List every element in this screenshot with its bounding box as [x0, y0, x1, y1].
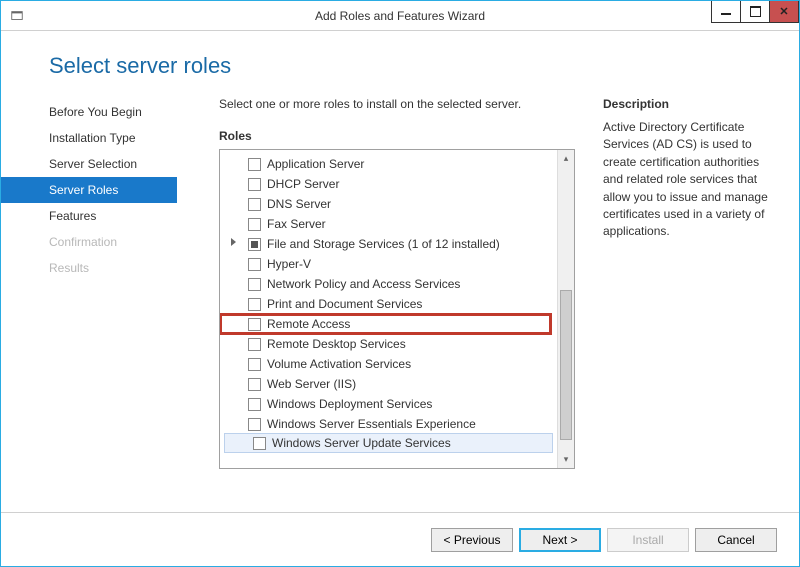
- role-checkbox[interactable]: [248, 178, 261, 191]
- role-checkbox[interactable]: [248, 238, 261, 251]
- scroll-up-button[interactable]: ▴: [558, 150, 574, 167]
- window-controls: [712, 1, 799, 23]
- maximize-button[interactable]: [740, 1, 770, 23]
- install-button: Install: [607, 528, 689, 552]
- role-item-file-and-storage-services-1-of-12-installed[interactable]: File and Storage Services (1 of 12 insta…: [220, 234, 557, 254]
- role-label: Volume Activation Services: [267, 357, 411, 371]
- titlebar: Add Roles and Features Wizard: [1, 1, 799, 31]
- role-label: Windows Deployment Services: [267, 397, 432, 411]
- role-checkbox[interactable]: [248, 378, 261, 391]
- role-label: Network Policy and Access Services: [267, 277, 460, 291]
- nav-item-server-selection[interactable]: Server Selection: [1, 151, 177, 177]
- wizard-body: Select server roles Before You BeginInst…: [1, 31, 799, 566]
- nav-item-server-roles[interactable]: Server Roles: [1, 177, 177, 203]
- role-label: DNS Server: [267, 197, 331, 211]
- role-label: Print and Document Services: [267, 297, 422, 311]
- role-item-web-server-iis[interactable]: Web Server (IIS): [220, 374, 557, 394]
- role-label: DHCP Server: [267, 177, 339, 191]
- role-item-hyper-v[interactable]: Hyper-V: [220, 254, 557, 274]
- role-item-remote-desktop-services[interactable]: Remote Desktop Services: [220, 334, 557, 354]
- roles-list-inner: Application Server DHCP Server DNS Server F…: [220, 150, 557, 468]
- roles-listbox[interactable]: Application Server DHCP Server DNS Server F…: [219, 149, 575, 469]
- role-label: Remote Desktop Services: [267, 337, 406, 351]
- cancel-button[interactable]: Cancel: [695, 528, 777, 552]
- page-heading: Select server roles: [1, 31, 799, 97]
- role-label: File and Storage Services (1 of 12 insta…: [267, 237, 500, 251]
- scrollbar-vertical[interactable]: ▴ ▾: [557, 150, 574, 468]
- nav-item-features[interactable]: Features: [1, 203, 177, 229]
- app-icon: [9, 8, 25, 24]
- nav-item-confirmation: Confirmation: [1, 229, 177, 255]
- role-checkbox[interactable]: [248, 158, 261, 171]
- center-pane: Select one or more roles to install on t…: [177, 97, 589, 512]
- wizard-window: Add Roles and Features Wizard Select ser…: [0, 0, 800, 567]
- role-item-dns-server[interactable]: DNS Server: [220, 194, 557, 214]
- role-label: Windows Server Essentials Experience: [267, 417, 476, 431]
- prompt-text: Select one or more roles to install on t…: [219, 97, 575, 111]
- content-row: Before You BeginInstallation TypeServer …: [1, 97, 799, 512]
- role-item-remote-access[interactable]: Remote Access: [220, 314, 551, 334]
- role-checkbox[interactable]: [248, 398, 261, 411]
- next-button[interactable]: Next >: [519, 528, 601, 552]
- role-item-windows-deployment-services[interactable]: Windows Deployment Services: [220, 394, 557, 414]
- role-item-network-policy-and-access-services[interactable]: Network Policy and Access Services: [220, 274, 557, 294]
- role-checkbox[interactable]: [248, 298, 261, 311]
- previous-button[interactable]: < Previous: [431, 528, 513, 552]
- role-label: Web Server (IIS): [267, 377, 356, 391]
- roles-label: Roles: [219, 129, 575, 143]
- wizard-nav: Before You BeginInstallation TypeServer …: [1, 97, 177, 512]
- role-label: Application Server: [267, 157, 364, 171]
- wizard-footer: < Previous Next > Install Cancel: [1, 512, 799, 566]
- role-label: Windows Server Update Services: [272, 436, 451, 450]
- role-checkbox[interactable]: [248, 258, 261, 271]
- role-item-dhcp-server[interactable]: DHCP Server: [220, 174, 557, 194]
- role-label: Remote Access: [267, 317, 350, 331]
- role-checkbox[interactable]: [248, 338, 261, 351]
- role-item-print-and-document-services[interactable]: Print and Document Services: [220, 294, 557, 314]
- role-checkbox[interactable]: [253, 437, 266, 450]
- role-checkbox[interactable]: [248, 318, 261, 331]
- role-item-windows-server-essentials-experience[interactable]: Windows Server Essentials Experience: [220, 414, 557, 434]
- window-title: Add Roles and Features Wizard: [1, 9, 799, 23]
- nav-item-installation-type[interactable]: Installation Type: [1, 125, 177, 151]
- role-item-windows-server-update-services[interactable]: Windows Server Update Services: [224, 433, 553, 453]
- description-pane: Description Active Directory Certificate…: [589, 97, 779, 512]
- role-checkbox[interactable]: [248, 218, 261, 231]
- role-checkbox[interactable]: [248, 418, 261, 431]
- role-checkbox[interactable]: [248, 278, 261, 291]
- role-checkbox[interactable]: [248, 198, 261, 211]
- role-label: Fax Server: [267, 217, 326, 231]
- role-checkbox[interactable]: [248, 358, 261, 371]
- role-item-fax-server[interactable]: Fax Server: [220, 214, 557, 234]
- close-button[interactable]: [769, 1, 799, 23]
- expand-icon[interactable]: [231, 238, 236, 246]
- role-item-application-server[interactable]: Application Server: [220, 154, 557, 174]
- role-item-volume-activation-services[interactable]: Volume Activation Services: [220, 354, 557, 374]
- description-title: Description: [603, 97, 779, 111]
- scroll-down-button[interactable]: ▾: [558, 451, 574, 468]
- nav-item-before-you-begin[interactable]: Before You Begin: [1, 99, 177, 125]
- minimize-button[interactable]: [711, 1, 741, 23]
- scroll-thumb[interactable]: [560, 290, 572, 440]
- role-label: Hyper-V: [267, 257, 311, 271]
- nav-item-results: Results: [1, 255, 177, 281]
- description-body: Active Directory Certificate Services (A…: [603, 119, 779, 241]
